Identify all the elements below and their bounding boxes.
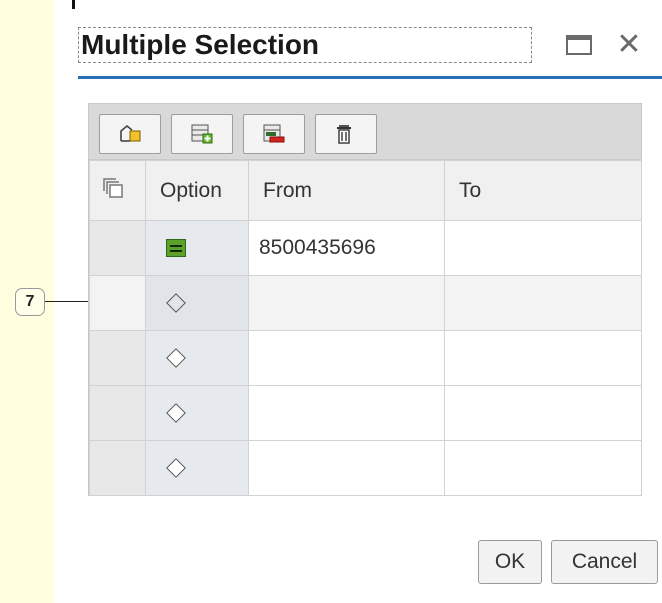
select-all-rows-icon bbox=[103, 177, 123, 198]
row-selector[interactable] bbox=[89, 385, 146, 441]
row-selector[interactable] bbox=[89, 440, 146, 496]
column-header-option[interactable]: Option bbox=[145, 160, 249, 221]
delete-row-button[interactable] bbox=[243, 114, 305, 154]
callout-badge: 7 bbox=[15, 288, 45, 316]
to-cell[interactable] bbox=[444, 385, 642, 441]
diamond-icon[interactable] bbox=[166, 458, 186, 479]
ok-button[interactable]: OK bbox=[478, 540, 542, 584]
header-divider bbox=[78, 76, 662, 79]
row-selector[interactable] bbox=[89, 220, 146, 276]
option-cell[interactable] bbox=[145, 275, 249, 331]
table-row bbox=[89, 330, 642, 386]
option-cell[interactable] bbox=[145, 220, 249, 276]
select-all-rows-header[interactable] bbox=[89, 160, 146, 221]
top-marker bbox=[72, 0, 75, 9]
equals-icon[interactable] bbox=[166, 239, 186, 258]
to-cell[interactable] bbox=[444, 275, 642, 331]
cancel-button[interactable]: Cancel bbox=[551, 540, 658, 584]
to-cell[interactable] bbox=[444, 440, 642, 496]
table-row: 8500435696 bbox=[89, 220, 642, 276]
to-cell[interactable] bbox=[444, 220, 642, 276]
insert-row-icon bbox=[191, 124, 213, 144]
table-row bbox=[89, 275, 642, 331]
selection-grid: Option From To 8500435696 bbox=[88, 103, 642, 496]
trash-icon bbox=[337, 125, 351, 144]
diamond-icon[interactable] bbox=[166, 293, 186, 314]
select-all-icon bbox=[120, 124, 141, 142]
select-all-button[interactable] bbox=[99, 114, 161, 154]
from-cell[interactable] bbox=[248, 275, 445, 331]
insert-row-button[interactable] bbox=[171, 114, 233, 154]
option-cell[interactable] bbox=[145, 385, 249, 441]
close-icon[interactable]: ✕ bbox=[614, 28, 644, 62]
maximize-icon[interactable] bbox=[566, 35, 592, 55]
from-cell[interactable]: 8500435696 bbox=[248, 220, 445, 276]
to-cell[interactable] bbox=[444, 330, 642, 386]
row-selector[interactable] bbox=[89, 275, 146, 331]
option-cell[interactable] bbox=[145, 330, 249, 386]
table-header-row: Option From To bbox=[89, 160, 642, 221]
column-header-from[interactable]: From bbox=[248, 160, 445, 221]
from-cell[interactable] bbox=[248, 440, 445, 496]
dialog-title: Multiple Selection bbox=[78, 27, 532, 63]
grid-toolbar bbox=[89, 104, 641, 160]
trash-button[interactable] bbox=[315, 114, 377, 154]
diamond-icon[interactable] bbox=[166, 403, 186, 424]
selection-table: Option From To 8500435696 bbox=[89, 160, 642, 496]
table-row bbox=[89, 440, 642, 496]
table-row bbox=[89, 385, 642, 441]
column-header-to[interactable]: To bbox=[444, 160, 642, 221]
from-cell[interactable] bbox=[248, 330, 445, 386]
diamond-icon[interactable] bbox=[166, 348, 186, 369]
row-selector[interactable] bbox=[89, 330, 146, 386]
delete-row-icon bbox=[263, 124, 285, 143]
option-cell[interactable] bbox=[145, 440, 249, 496]
from-cell[interactable] bbox=[248, 385, 445, 441]
